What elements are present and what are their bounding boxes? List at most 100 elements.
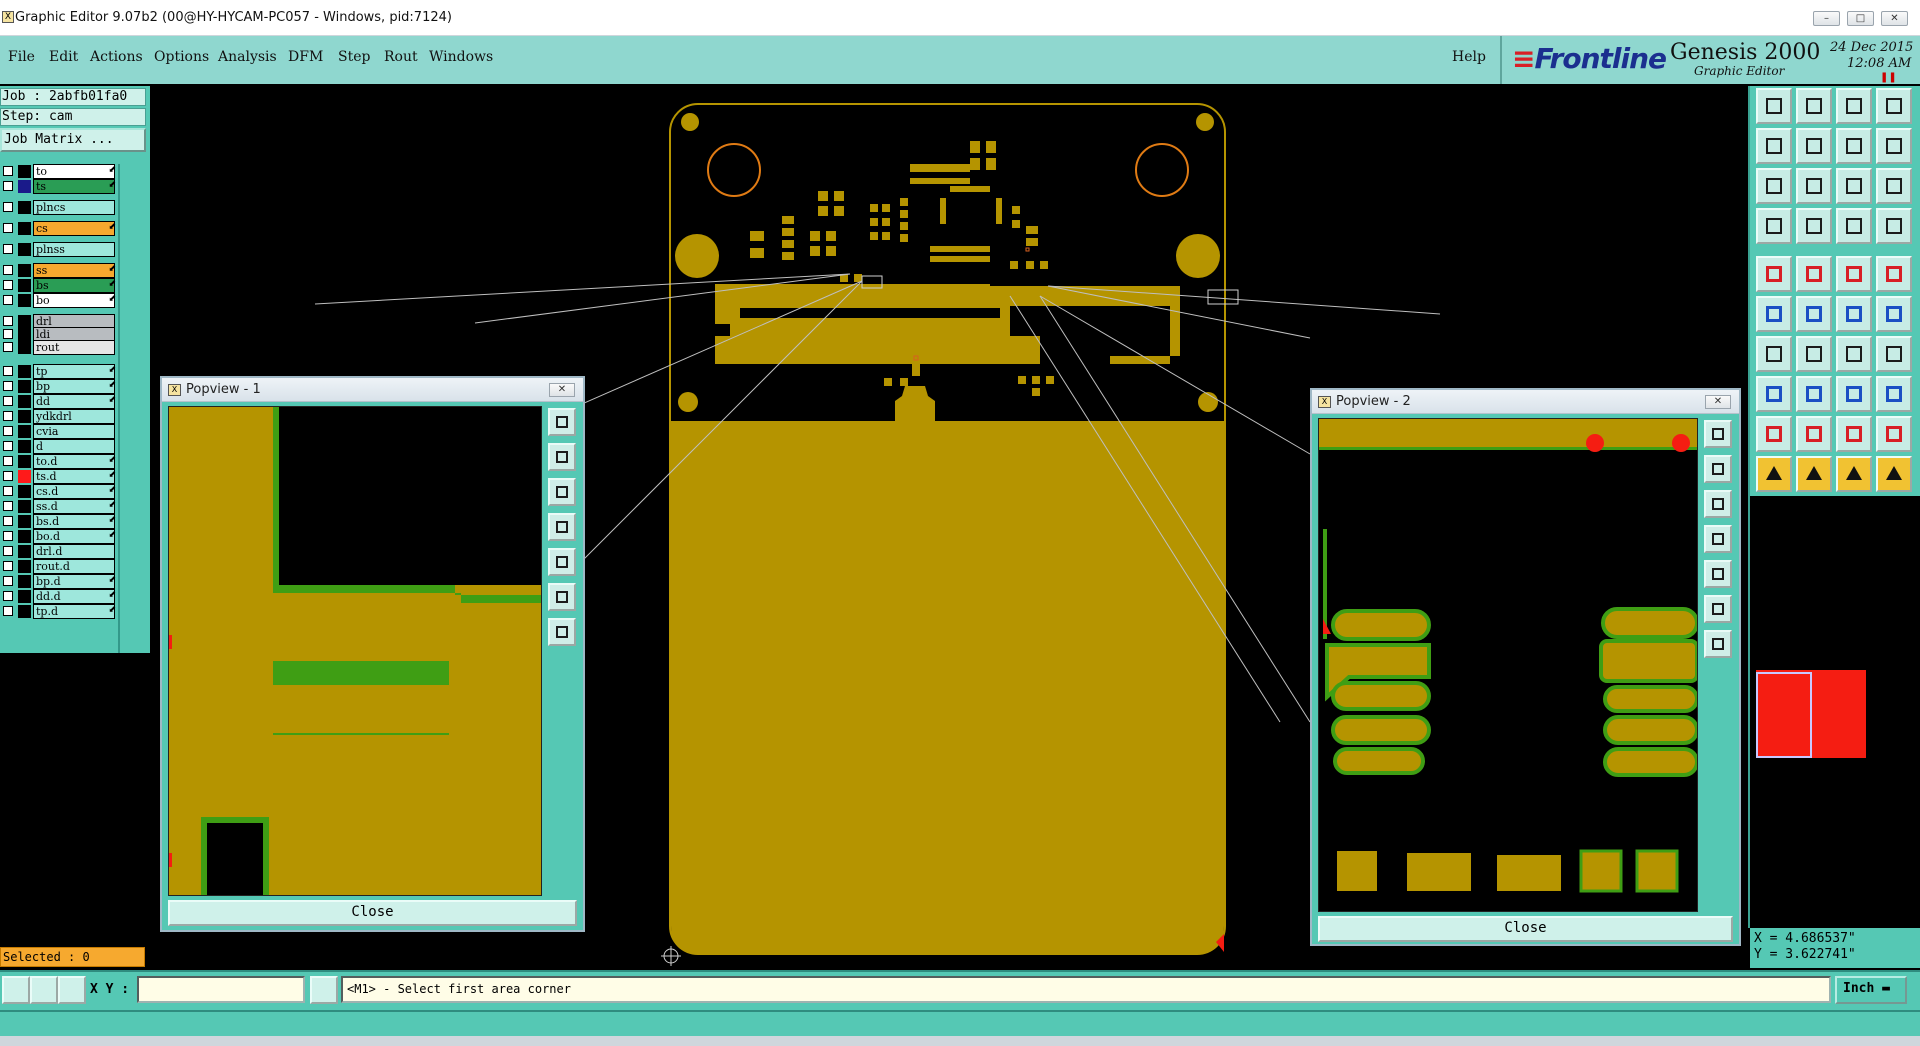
menu-edit[interactable]: Edit xyxy=(49,49,78,65)
layer-checkbox[interactable] xyxy=(3,244,13,254)
menu-file[interactable]: File xyxy=(8,49,35,65)
layer-name[interactable]: cvia xyxy=(33,424,115,439)
save-icon[interactable] xyxy=(1796,88,1832,124)
layer-name[interactable]: bo xyxy=(33,293,115,308)
layer-checkbox[interactable] xyxy=(3,411,13,421)
layer-checkbox[interactable] xyxy=(3,166,13,176)
layer-row[interactable]: plncs xyxy=(0,200,118,215)
popview-2-close-button[interactable]: Close xyxy=(1318,916,1733,942)
menu-help[interactable]: Help xyxy=(1452,49,1486,65)
maximize-icon[interactable]: □ xyxy=(1847,11,1874,26)
layer-row[interactable]: d xyxy=(0,439,118,454)
layer-checkbox[interactable] xyxy=(3,426,13,436)
popview-1-close-button[interactable]: Close xyxy=(168,900,577,926)
layer-checkbox[interactable] xyxy=(3,501,13,511)
layer-name[interactable]: bs xyxy=(33,278,115,293)
line-style-icon[interactable] xyxy=(1836,256,1872,292)
minimize-icon[interactable]: – xyxy=(1813,11,1840,26)
popview-2-titlebar[interactable]: X Popview - 2 ✕ xyxy=(1312,390,1739,414)
layer-checkbox[interactable] xyxy=(3,486,13,496)
node-icon[interactable] xyxy=(1756,376,1792,412)
layer-name[interactable]: cs.d xyxy=(33,484,115,499)
layer-row[interactable]: bp.d ⬋ xyxy=(0,574,118,589)
layer-row[interactable]: cvia xyxy=(0,424,118,439)
close-icon[interactable]: ✕ xyxy=(549,383,575,397)
layer-name[interactable]: dd xyxy=(33,394,115,409)
layer-checkbox[interactable] xyxy=(3,366,13,376)
layer-name[interactable]: plnss xyxy=(33,242,115,257)
pointer-c-icon[interactable] xyxy=(1876,456,1912,492)
layer-name[interactable]: bp xyxy=(33,379,115,394)
layer-row[interactable]: tp ⬋ xyxy=(0,364,118,379)
layer-checkbox[interactable] xyxy=(3,181,13,191)
frame-icon[interactable] xyxy=(1836,376,1872,412)
menu-windows[interactable]: Windows xyxy=(429,49,493,65)
pointer-icon[interactable] xyxy=(1756,456,1792,492)
units-select[interactable]: Inch ▬ xyxy=(1835,976,1907,1004)
layer-row[interactable]: bs ⬋ xyxy=(0,278,118,293)
layer-row[interactable]: bo.d ⬋ xyxy=(0,529,118,544)
fit-icon[interactable] xyxy=(1756,168,1792,204)
popview-1-titlebar[interactable]: X Popview - 1 ✕ xyxy=(162,378,583,402)
layer-row[interactable]: to.d ⬋ xyxy=(0,454,118,469)
group-icon[interactable] xyxy=(1876,376,1912,412)
center-icon[interactable] xyxy=(1796,168,1832,204)
layer-name[interactable]: drl.d xyxy=(33,544,115,559)
pan-up-icon[interactable] xyxy=(1704,455,1732,483)
layer-row[interactable]: ss.d ⬋ xyxy=(0,499,118,514)
menu-options[interactable]: Options xyxy=(154,49,209,65)
layer-checkbox[interactable] xyxy=(3,342,13,352)
menu-rout[interactable]: Rout xyxy=(384,49,418,65)
layer-name[interactable]: bo.d xyxy=(33,529,115,544)
circle-icon[interactable] xyxy=(1876,256,1912,292)
xy-input[interactable] xyxy=(137,976,305,1003)
layer-name[interactable]: ts xyxy=(33,179,115,194)
layer-checkbox[interactable] xyxy=(3,516,13,526)
layer-name[interactable]: tp.d xyxy=(33,604,115,619)
layer-row[interactable]: drl.d xyxy=(0,544,118,559)
job-matrix-button[interactable]: Job Matrix ... xyxy=(0,128,146,152)
arc-node-icon[interactable] xyxy=(1836,296,1872,332)
layer-name[interactable]: ss.d xyxy=(33,499,115,514)
layer-row[interactable]: cs.d ⬋ xyxy=(0,484,118,499)
open-icon[interactable] xyxy=(1756,88,1792,124)
layer-row[interactable]: ts.d ⬋ xyxy=(0,469,118,484)
layer-checkbox[interactable] xyxy=(3,396,13,406)
polygon-icon[interactable] xyxy=(1796,256,1832,292)
popview-2-canvas[interactable] xyxy=(1318,418,1698,912)
measure-icon[interactable] xyxy=(30,976,58,1004)
layer-checkbox[interactable] xyxy=(3,295,13,305)
layer-checkbox[interactable] xyxy=(3,202,13,212)
cross-icon[interactable] xyxy=(1796,296,1832,332)
zoom-in-icon[interactable] xyxy=(1704,595,1732,623)
pointer-b-icon[interactable] xyxy=(1836,456,1872,492)
layer-name[interactable]: rout.d xyxy=(33,559,115,574)
zoom-out-icon[interactable] xyxy=(548,618,576,646)
triangle-b-icon[interactable] xyxy=(1836,416,1872,452)
move-node-icon[interactable] xyxy=(1876,296,1912,332)
layer-row[interactable]: bo ⬋ xyxy=(0,293,118,308)
pan-down-icon[interactable] xyxy=(1704,490,1732,518)
pan-down-icon[interactable] xyxy=(548,478,576,506)
popview-2-window[interactable]: X Popview - 2 ✕ Close xyxy=(1310,388,1741,946)
layer-name[interactable]: d xyxy=(33,439,115,454)
layer-row[interactable]: bs.d ⬋ xyxy=(0,514,118,529)
route-alt-icon[interactable] xyxy=(1876,208,1912,244)
layer-name[interactable]: ydkdrl xyxy=(33,409,115,424)
layer-row[interactable]: ydkdrl xyxy=(0,409,118,424)
layer-row[interactable]: to ⬋ xyxy=(0,164,118,179)
layer-name[interactable]: to.d xyxy=(33,454,115,469)
triangle-icon[interactable] xyxy=(1756,416,1792,452)
menu-dfm[interactable]: DFM xyxy=(288,49,323,65)
layer-checkbox[interactable] xyxy=(3,531,13,541)
layer-name[interactable]: to xyxy=(33,164,115,179)
menu-actions[interactable]: Actions xyxy=(90,49,143,65)
pan-right-icon[interactable] xyxy=(1704,560,1732,588)
layer-checkbox[interactable] xyxy=(3,471,13,481)
info-icon[interactable] xyxy=(310,976,338,1004)
connect-icon[interactable] xyxy=(1756,296,1792,332)
layer-name[interactable]: rout xyxy=(33,340,115,355)
layer-name[interactable]: cs xyxy=(33,221,115,236)
line-icon[interactable] xyxy=(1756,336,1792,372)
popview-1-window[interactable]: X Popview - 1 ✕ Close xyxy=(160,376,585,932)
